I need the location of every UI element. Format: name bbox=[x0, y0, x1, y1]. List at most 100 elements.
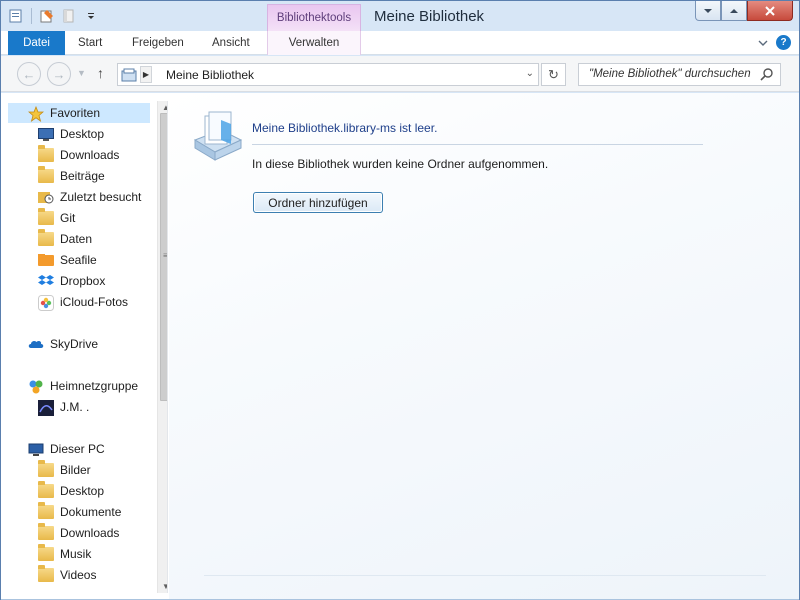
folder-icon bbox=[38, 208, 54, 225]
folder-icon bbox=[38, 229, 54, 246]
pictures-folder-icon bbox=[38, 460, 54, 477]
new-folder-icon[interactable] bbox=[38, 7, 56, 25]
desktop-folder-icon bbox=[38, 481, 54, 498]
scroll-up-icon[interactable]: ▲ bbox=[162, 103, 167, 112]
title-bar: Bibliothektools Meine Bibliothek bbox=[1, 1, 799, 31]
tab-datei[interactable]: Datei bbox=[8, 31, 65, 55]
help-icon[interactable]: ? bbox=[776, 35, 791, 50]
tab-start[interactable]: Start bbox=[78, 31, 102, 55]
navigation-scrollbar[interactable]: ▲ ≡ ▼ bbox=[157, 101, 167, 593]
nav-item-musik[interactable]: Musik bbox=[38, 544, 91, 564]
star-icon bbox=[27, 105, 45, 122]
nav-item-git[interactable]: Git bbox=[38, 208, 75, 228]
maximize-icon bbox=[730, 8, 738, 13]
downloads-folder-icon bbox=[38, 145, 54, 162]
scroll-down-icon[interactable]: ▼ bbox=[162, 582, 167, 591]
search-input[interactable]: "Meine Bibliothek" durchsuchen bbox=[578, 63, 781, 86]
nav-item-bilder[interactable]: Bilder bbox=[38, 460, 91, 480]
minimize-button[interactable] bbox=[695, 1, 721, 21]
forward-arrow-icon: → bbox=[52, 66, 66, 82]
nav-label: Bilder bbox=[60, 463, 91, 477]
documents-folder-icon bbox=[38, 502, 54, 519]
empty-library-description: In diese Bibliothek wurden keine Ordner … bbox=[252, 157, 549, 171]
add-folder-button[interactable]: Ordner hinzufügen bbox=[253, 192, 383, 213]
nav-item-downloads-pc[interactable]: Downloads bbox=[38, 523, 119, 543]
nav-label: Dieser PC bbox=[50, 442, 105, 456]
navigation-pane: Favoriten Desktop Downloads Beiträge Zul… bbox=[8, 101, 168, 593]
nav-this-pc[interactable]: Dieser PC bbox=[28, 439, 105, 459]
empty-library-title: Meine Bibliothek.library-ms ist leer. bbox=[252, 121, 438, 135]
nav-label: Musik bbox=[60, 547, 92, 561]
divider bbox=[204, 575, 766, 576]
nav-label: Heimnetzgruppe bbox=[50, 379, 139, 393]
content-area: Favoriten Desktop Downloads Beiträge Zul… bbox=[1, 93, 799, 599]
nav-label: Seafile bbox=[60, 253, 97, 267]
scrollbar-thumb[interactable]: ≡ bbox=[160, 113, 167, 401]
maximize-button[interactable] bbox=[721, 1, 747, 21]
library-content-pane: Meine Bibliothek.library-ms ist leer. In… bbox=[169, 93, 799, 599]
address-bar[interactable]: ▶ Meine Bibliothek ⌄ bbox=[117, 63, 539, 86]
nav-item-beitraege[interactable]: Beiträge bbox=[38, 166, 105, 186]
user-avatar-icon bbox=[38, 400, 54, 416]
nav-label: Downloads bbox=[60, 148, 120, 162]
nav-item-icloud-fotos[interactable]: iCloud-Fotos bbox=[38, 292, 128, 312]
desktop-icon bbox=[38, 127, 54, 141]
breadcrumb-separator-icon[interactable]: ▶ bbox=[140, 66, 152, 83]
nav-item-user-jm[interactable]: J.M. . bbox=[38, 397, 89, 417]
nav-label: Favoriten bbox=[50, 106, 101, 120]
nav-label: Dropbox bbox=[60, 274, 106, 288]
library-icon bbox=[121, 67, 137, 86]
search-placeholder: "Meine Bibliothek" durchsuchen bbox=[589, 68, 751, 80]
computer-icon bbox=[28, 442, 44, 456]
customize-dropdown-icon[interactable] bbox=[82, 7, 100, 25]
nav-item-dokumente[interactable]: Dokumente bbox=[38, 502, 121, 522]
nav-label: Dokumente bbox=[60, 505, 122, 519]
undo-icon[interactable] bbox=[60, 7, 78, 25]
address-history-dropdown-icon[interactable]: ⌄ bbox=[526, 68, 534, 79]
recent-places-icon bbox=[38, 190, 54, 204]
nav-favorites[interactable]: Favoriten bbox=[8, 103, 150, 123]
seafile-folder-icon bbox=[38, 253, 54, 267]
folder-icon bbox=[38, 166, 54, 183]
nav-item-videos[interactable]: Videos bbox=[38, 565, 96, 585]
nav-label: Desktop bbox=[60, 127, 105, 141]
nav-item-daten[interactable]: Daten bbox=[38, 229, 92, 249]
dropbox-icon bbox=[38, 274, 54, 288]
back-button[interactable]: ← bbox=[17, 62, 41, 86]
recent-locations-dropdown-icon[interactable]: ▼ bbox=[77, 68, 86, 78]
ribbon-right-controls: ? bbox=[758, 35, 791, 50]
downloads-folder-icon bbox=[38, 523, 54, 540]
nav-item-seafile[interactable]: Seafile bbox=[38, 250, 97, 270]
context-tab-group-label: Bibliothektools bbox=[267, 4, 361, 31]
skydrive-cloud-icon bbox=[28, 337, 44, 351]
expand-ribbon-icon[interactable] bbox=[758, 39, 768, 47]
quick-access-toolbar bbox=[7, 7, 100, 25]
nav-item-dropbox[interactable]: Dropbox bbox=[38, 271, 105, 291]
tab-ansicht[interactable]: Ansicht bbox=[212, 31, 250, 55]
nav-label: J.M. . bbox=[60, 400, 90, 414]
properties-icon[interactable] bbox=[7, 7, 25, 25]
up-arrow-icon[interactable]: ↑ bbox=[97, 65, 104, 81]
library-empty-icon bbox=[191, 110, 245, 167]
forward-button[interactable]: → bbox=[47, 62, 71, 86]
scroll-grip-icon: ≡ bbox=[163, 251, 167, 260]
refresh-icon: ↻ bbox=[548, 66, 559, 82]
minimize-icon bbox=[704, 8, 712, 13]
tab-verwalten[interactable]: Verwalten bbox=[267, 31, 361, 55]
tab-freigeben[interactable]: Freigeben bbox=[132, 31, 184, 55]
nav-label: Git bbox=[60, 211, 76, 225]
nav-label: iCloud-Fotos bbox=[60, 295, 129, 309]
nav-label: Videos bbox=[60, 568, 97, 582]
nav-item-downloads[interactable]: Downloads bbox=[38, 145, 119, 165]
breadcrumb-path[interactable]: Meine Bibliothek bbox=[166, 68, 254, 82]
close-button[interactable] bbox=[747, 1, 793, 21]
nav-item-zuletzt-besucht[interactable]: Zuletzt besucht bbox=[38, 187, 141, 207]
address-bar-row: ← → ▼ ↑ ▶ Meine Bibliothek ⌄ ↻ "Meine Bi… bbox=[1, 56, 799, 92]
refresh-button[interactable]: ↻ bbox=[541, 63, 566, 86]
nav-homegroup[interactable]: Heimnetzgruppe bbox=[28, 376, 138, 396]
search-icon[interactable] bbox=[760, 67, 774, 84]
nav-item-desktop-pc[interactable]: Desktop bbox=[38, 481, 104, 501]
nav-item-desktop[interactable]: Desktop bbox=[38, 124, 104, 144]
nav-skydrive[interactable]: SkyDrive bbox=[28, 334, 98, 354]
homegroup-icon bbox=[28, 379, 44, 394]
